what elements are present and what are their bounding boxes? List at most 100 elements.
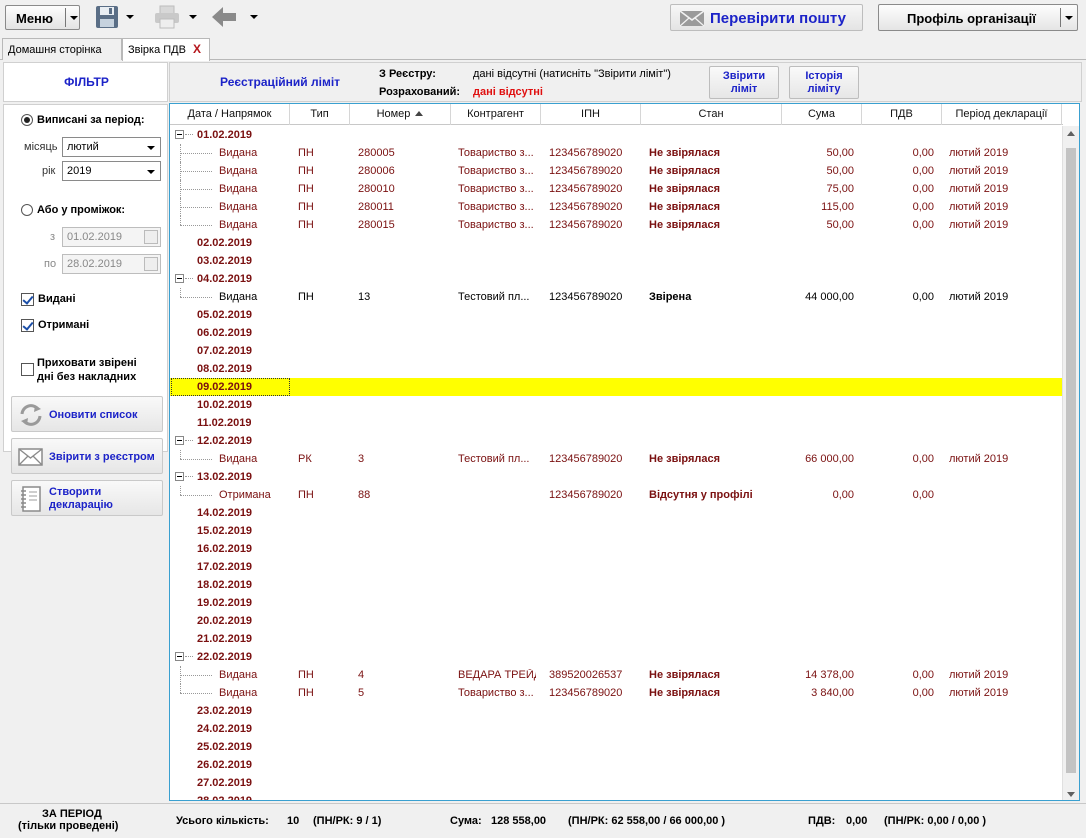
date-group-row[interactable]: 13.02.2019 xyxy=(170,468,1063,486)
date-group-row[interactable]: 22.02.2019 xyxy=(170,648,1063,666)
date-group-row[interactable]: 28.02.2019 xyxy=(170,792,1063,800)
column-header-number[interactable]: Номер xyxy=(350,104,451,125)
collapse-icon[interactable] xyxy=(175,472,184,481)
date-group-row[interactable]: 05.02.2019 xyxy=(170,306,1063,324)
year-select[interactable]: 2019 xyxy=(62,161,161,181)
date-group-row[interactable]: 17.02.2019 xyxy=(170,558,1063,576)
date-group-row[interactable]: 02.02.2019 xyxy=(170,234,1063,252)
date-group-row[interactable]: 10.02.2019 xyxy=(170,396,1063,414)
reconcile-registry-button[interactable]: Звірити з реєстром xyxy=(11,438,163,474)
envelope-icon xyxy=(679,10,705,27)
cell-party: Тестовий пл... xyxy=(458,453,530,465)
date-group-row[interactable]: 26.02.2019 xyxy=(170,756,1063,774)
cell-status: Не звірялася xyxy=(649,147,721,159)
limit-history-button[interactable]: Історія ліміту xyxy=(789,66,859,99)
column-header-type[interactable]: Тип xyxy=(290,104,350,125)
date-label: 01.02.2019 xyxy=(197,129,253,141)
hide-reconciled-checkbox[interactable] xyxy=(21,363,34,376)
date-group-row[interactable]: 21.02.2019 xyxy=(170,630,1063,648)
cell-vat: 0,00 xyxy=(912,291,934,303)
create-declaration-button[interactable]: Створити декларацію xyxy=(11,480,163,516)
column-header-ipn[interactable]: ІПН xyxy=(541,104,641,125)
month-select[interactable]: лютий xyxy=(62,137,161,157)
calendar-icon[interactable] xyxy=(144,230,158,244)
back-arrow-icon[interactable] xyxy=(210,4,238,30)
reconcile-limit-button[interactable]: Звірити ліміт xyxy=(709,66,779,99)
date-group-row[interactable]: 06.02.2019 xyxy=(170,324,1063,342)
column-header-date[interactable]: Дата / Напрямок xyxy=(170,104,290,125)
back-dropdown-icon[interactable] xyxy=(250,15,258,19)
cell-period: лютий 2019 xyxy=(949,687,1009,699)
collapse-icon[interactable] xyxy=(175,274,184,283)
date-group-row[interactable]: 12.02.2019 xyxy=(170,432,1063,450)
chevron-down-icon[interactable] xyxy=(70,16,78,20)
column-header-status[interactable]: Стан xyxy=(641,104,782,125)
tab-home[interactable]: Домашня сторінка xyxy=(2,38,122,60)
cell-sum: 75,00 xyxy=(826,183,854,195)
check-mail-button[interactable]: Перевірити пошту xyxy=(670,4,863,31)
invoice-row[interactable]: Видана ПН 280010 Товариство з... 12345678902… xyxy=(170,180,1063,198)
vertical-scrollbar[interactable] xyxy=(1062,126,1079,800)
save-dropdown-icon[interactable] xyxy=(126,15,134,19)
invoice-row[interactable]: Видана ПН 13 Тестовий пл... 123456789020 Звір… xyxy=(170,288,1063,306)
date-group-row[interactable]: 03.02.2019 xyxy=(170,252,1063,270)
print-icon[interactable] xyxy=(153,4,181,30)
invoice-row[interactable]: Видана ПН 280015 Товариство з... 12345678902… xyxy=(170,216,1063,234)
received-checkbox[interactable] xyxy=(21,319,34,332)
cell-party: Тестовий пл... xyxy=(458,291,530,303)
to-date-field[interactable]: 28.02.2019 xyxy=(62,254,161,274)
cell-ipn: 123456789020 xyxy=(549,147,623,159)
column-header-period[interactable]: Період декларації xyxy=(942,104,1062,125)
column-header-counterparty[interactable]: Контрагент xyxy=(451,104,541,125)
date-group-row[interactable]: 20.02.2019 xyxy=(170,612,1063,630)
date-group-row[interactable]: 19.02.2019 xyxy=(170,594,1063,612)
calendar-icon[interactable] xyxy=(144,257,158,271)
invoice-row[interactable]: Видана ПН 280011 Товариство з... 12345678902… xyxy=(170,198,1063,216)
invoice-row[interactable]: Видана ПН 280006 Товариство з... 12345678902… xyxy=(170,162,1063,180)
vat-value: 0,00 xyxy=(846,815,868,827)
chevron-down-icon[interactable] xyxy=(1065,16,1073,20)
scroll-thumb[interactable] xyxy=(1066,148,1076,773)
scroll-up-icon[interactable] xyxy=(1067,131,1075,136)
save-icon[interactable] xyxy=(94,4,120,30)
date-group-row[interactable]: 11.02.2019 xyxy=(170,414,1063,432)
date-group-row[interactable]: 27.02.2019 xyxy=(170,774,1063,792)
tab-vat-reconciliation[interactable]: Звірка ПДВ X xyxy=(122,38,210,61)
invoice-row[interactable]: Отримана ПН 88 123456789020 Відсутня у профі… xyxy=(170,486,1063,504)
invoice-row[interactable]: Видана ПН 5 Товариство з... 123456789020 Не з… xyxy=(170,684,1063,702)
date-group-row[interactable]: 24.02.2019 xyxy=(170,720,1063,738)
org-profile-button[interactable]: Профіль організації xyxy=(878,4,1078,31)
date-group-row[interactable]: 15.02.2019 xyxy=(170,522,1063,540)
date-group-row[interactable]: 14.02.2019 xyxy=(170,504,1063,522)
from-date-field[interactable]: 01.02.2019 xyxy=(62,227,161,247)
issued-label: Видані xyxy=(38,293,76,305)
date-group-row[interactable]: 16.02.2019 xyxy=(170,540,1063,558)
date-group-row[interactable]: 08.02.2019 xyxy=(170,360,1063,378)
invoice-row[interactable]: Видана ПН 280005 Товариство з... 12345678902… xyxy=(170,144,1063,162)
invoice-row[interactable]: Видана РК 3 Тестовий пл... 123456789020 Не зв… xyxy=(170,450,1063,468)
cell-dir: Видана xyxy=(219,669,258,681)
range-radio[interactable] xyxy=(21,204,33,216)
column-header-vat[interactable]: ПДВ xyxy=(862,104,942,125)
collapse-icon[interactable] xyxy=(175,436,184,445)
menu-button[interactable]: Меню xyxy=(5,5,80,30)
collapse-icon[interactable] xyxy=(175,652,184,661)
close-icon[interactable]: X xyxy=(193,42,201,56)
cell-status: Не звірялася xyxy=(649,183,721,195)
column-header-sum[interactable]: Сума xyxy=(782,104,862,125)
date-group-row[interactable]: 25.02.2019 xyxy=(170,738,1063,756)
collapse-icon[interactable] xyxy=(175,130,184,139)
period-radio[interactable] xyxy=(21,114,33,126)
cell-dir: Видана xyxy=(219,147,258,159)
date-group-row[interactable]: 04.02.2019 xyxy=(170,270,1063,288)
issued-checkbox[interactable] xyxy=(21,293,34,306)
scroll-down-icon[interactable] xyxy=(1067,792,1075,797)
refresh-list-button[interactable]: Оновити список xyxy=(11,396,163,432)
print-dropdown-icon[interactable] xyxy=(189,15,197,19)
invoice-row[interactable]: Видана ПН 4 ВЕДАРА ТРЕЙД 389520026537 Не звір… xyxy=(170,666,1063,684)
date-group-row[interactable]: 18.02.2019 xyxy=(170,576,1063,594)
date-group-row[interactable]: 09.02.2019 xyxy=(170,378,1063,396)
date-group-row[interactable]: 23.02.2019 xyxy=(170,702,1063,720)
date-group-row[interactable]: 07.02.2019 xyxy=(170,342,1063,360)
date-group-row[interactable]: 01.02.2019 xyxy=(170,126,1063,144)
